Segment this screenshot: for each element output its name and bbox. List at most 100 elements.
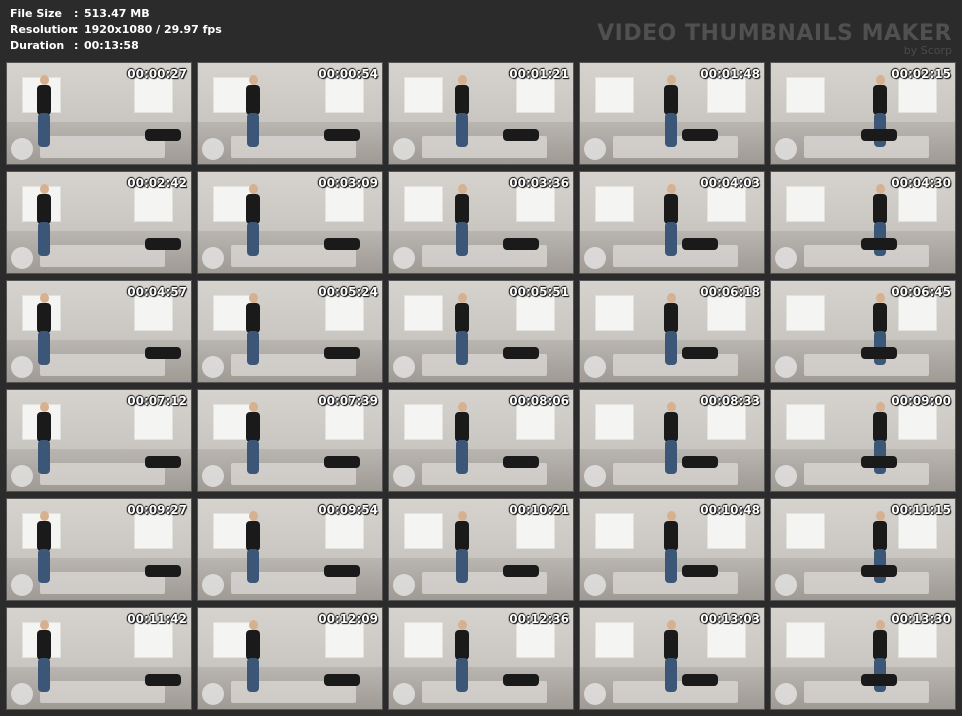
thumbnail[interactable]: 00:12:36: [388, 607, 574, 710]
timestamp: 00:05:51: [509, 285, 569, 299]
thumbnail[interactable]: 00:10:21: [388, 498, 574, 601]
scene-window: [133, 622, 173, 659]
figure-legs: [665, 549, 677, 583]
scene-window: [324, 622, 364, 659]
thumbnail[interactable]: 00:09:00: [770, 389, 956, 492]
figure-silhouette: [455, 85, 469, 115]
thumbnail[interactable]: 00:04:03: [579, 171, 765, 274]
thumbnail[interactable]: 00:03:36: [388, 171, 574, 274]
thumbnail[interactable]: 00:09:27: [6, 498, 192, 601]
channel-logo-icon: [393, 356, 415, 378]
figure-silhouette: [37, 412, 51, 442]
timestamp: 00:00:54: [318, 67, 378, 81]
channel-logo-icon: [11, 683, 33, 705]
thumbnail[interactable]: 00:01:48: [579, 62, 765, 165]
scene-window: [515, 622, 555, 659]
thumbnail[interactable]: 00:02:42: [6, 171, 192, 274]
timestamp: 00:07:12: [127, 394, 187, 408]
thumbnail[interactable]: 00:00:27: [6, 62, 192, 165]
figure-legs: [38, 440, 50, 474]
figure-silhouette: [145, 674, 181, 686]
thumbnail[interactable]: 00:11:15: [770, 498, 956, 601]
thumbnail[interactable]: 00:03:09: [197, 171, 383, 274]
figure-legs: [38, 331, 50, 365]
scene-window: [515, 513, 555, 550]
scene-window: [324, 513, 364, 550]
timestamp: 00:08:06: [509, 394, 569, 408]
scene-window: [594, 186, 634, 223]
thumbnail[interactable]: 00:05:51: [388, 280, 574, 383]
thumbnail-grid: 00:00:27 00:00:54 00:01:21 00:01:48 00:02:15…: [6, 62, 956, 710]
thumbnail[interactable]: 00:05:24: [197, 280, 383, 383]
timestamp: 00:04:57: [127, 285, 187, 299]
thumbnail[interactable]: 00:04:57: [6, 280, 192, 383]
thumbnail[interactable]: 00:12:09: [197, 607, 383, 710]
channel-logo-icon: [11, 247, 33, 269]
timestamp: 00:10:48: [700, 503, 760, 517]
thumbnail[interactable]: 00:09:54: [197, 498, 383, 601]
figure-silhouette: [145, 347, 181, 359]
figure-silhouette: [682, 129, 718, 141]
scene-window: [515, 186, 555, 223]
figure-head: [876, 402, 885, 412]
thumbnail[interactable]: 00:02:15: [770, 62, 956, 165]
channel-logo-icon: [775, 683, 797, 705]
channel-logo-icon: [584, 138, 606, 160]
thumbnail[interactable]: 00:00:54: [197, 62, 383, 165]
figure-silhouette: [873, 194, 887, 224]
thumbnail[interactable]: 00:07:12: [6, 389, 192, 492]
figure-silhouette: [246, 194, 260, 224]
thumbnail[interactable]: 00:11:42: [6, 607, 192, 710]
figure-head: [249, 75, 258, 85]
thumbnail[interactable]: 00:06:18: [579, 280, 765, 383]
figure-silhouette: [503, 238, 539, 250]
channel-logo-icon: [584, 465, 606, 487]
figure-silhouette: [455, 630, 469, 660]
scene-window: [515, 404, 555, 441]
figure-silhouette: [145, 238, 181, 250]
thumbnail[interactable]: 00:06:45: [770, 280, 956, 383]
thumbnail[interactable]: 00:01:21: [388, 62, 574, 165]
thumbnail[interactable]: 00:10:48: [579, 498, 765, 601]
scene-window: [897, 186, 937, 223]
figure-silhouette: [861, 456, 897, 468]
figure-silhouette: [324, 238, 360, 250]
figure-silhouette: [861, 238, 897, 250]
figure-silhouette: [682, 347, 718, 359]
figure-silhouette: [503, 347, 539, 359]
thumbnail[interactable]: 00:08:06: [388, 389, 574, 492]
figure-head: [667, 75, 676, 85]
thumbnail[interactable]: 00:13:30: [770, 607, 956, 710]
scene-window: [785, 186, 825, 223]
duration-row: Duration : 00:13:58: [10, 38, 222, 54]
channel-logo-icon: [202, 683, 224, 705]
figure-legs: [38, 222, 50, 256]
scene-window: [785, 622, 825, 659]
figure-head: [458, 620, 467, 630]
figure-silhouette: [664, 194, 678, 224]
thumbnail[interactable]: 00:04:30: [770, 171, 956, 274]
channel-logo-icon: [584, 247, 606, 269]
scene-window: [897, 404, 937, 441]
channel-logo-icon: [393, 465, 415, 487]
figure-silhouette: [37, 521, 51, 551]
timestamp: 00:00:27: [127, 67, 187, 81]
figure-head: [458, 75, 467, 85]
thumbnail[interactable]: 00:13:03: [579, 607, 765, 710]
figure-silhouette: [682, 456, 718, 468]
timestamp: 00:12:36: [509, 612, 569, 626]
figure-head: [458, 402, 467, 412]
scene-window: [897, 77, 937, 114]
figure-silhouette: [682, 565, 718, 577]
figure-head: [876, 293, 885, 303]
timestamp: 00:11:15: [891, 503, 951, 517]
figure-silhouette: [145, 565, 181, 577]
thumbnail[interactable]: 00:08:33: [579, 389, 765, 492]
figure-silhouette: [324, 456, 360, 468]
figure-legs: [247, 549, 259, 583]
figure-silhouette: [246, 521, 260, 551]
scene-window: [403, 404, 443, 441]
thumbnail[interactable]: 00:07:39: [197, 389, 383, 492]
scene-window: [594, 513, 634, 550]
timestamp: 00:10:21: [509, 503, 569, 517]
